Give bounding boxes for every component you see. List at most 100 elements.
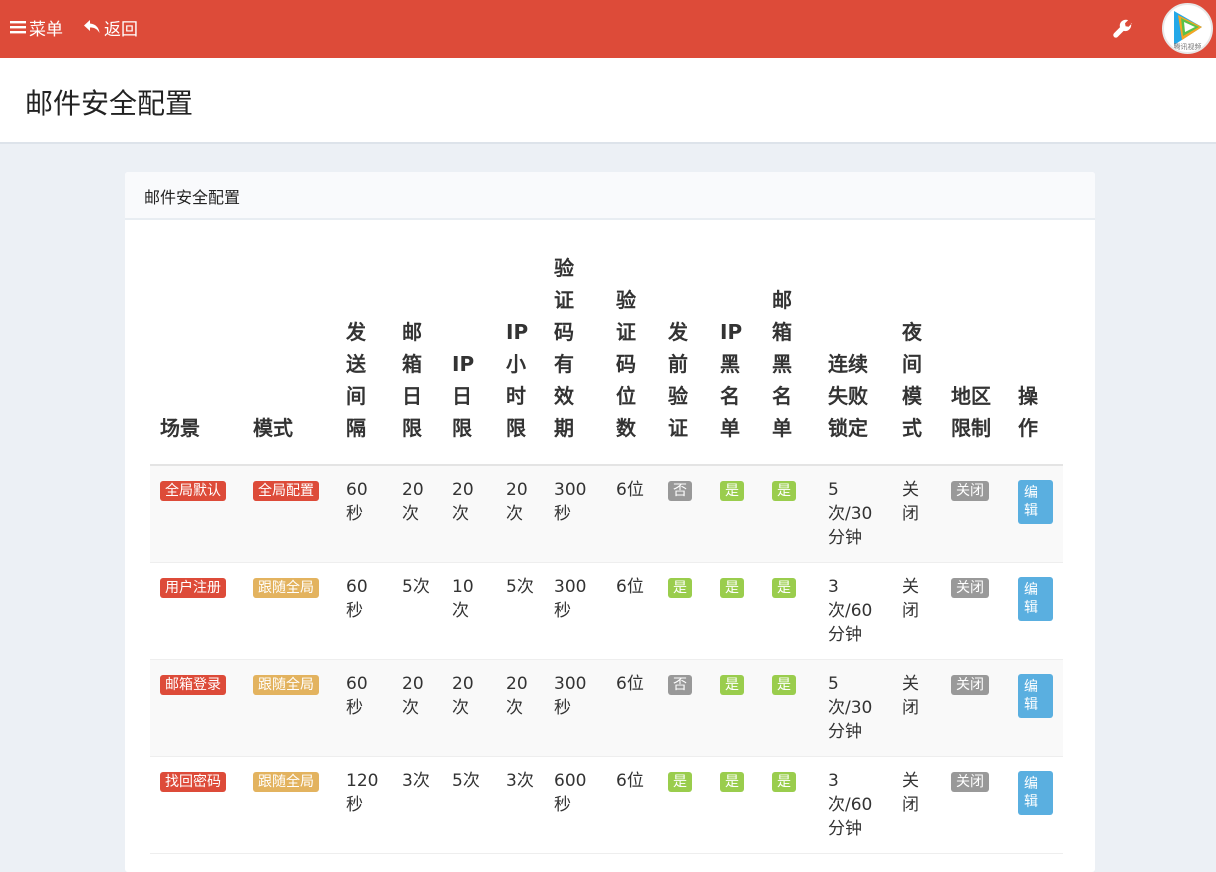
email-blacklist-cell: 是 — [762, 562, 818, 660]
region-limit-badge: 关闭 — [951, 481, 989, 501]
code-valid-cell: 600 秒 — [544, 756, 606, 854]
column-header-text: 时 — [506, 384, 526, 408]
column-header-text: 限 — [452, 416, 472, 440]
code-digits-cell: 6位 — [606, 465, 658, 563]
send-interval-cell: 60 秒 — [336, 465, 392, 563]
column-header: 场景 — [150, 252, 243, 466]
code-valid-cell: 300 秒 — [544, 562, 606, 660]
cell-text: 关 — [902, 577, 919, 597]
cell-text: 300 — [554, 577, 587, 597]
wrench-icon[interactable] — [1112, 18, 1134, 40]
cell-text: 关 — [902, 771, 919, 791]
pre-verify-badge: 是 — [668, 578, 692, 598]
action-cell: 编辑 — [1008, 756, 1063, 854]
back-label: 返回 — [104, 19, 138, 40]
cell-text: 秒 — [554, 698, 571, 718]
cell-text: 10 — [452, 577, 474, 597]
mode-cell: 全局配置 — [243, 465, 336, 563]
ip-blacklist-cell: 是 — [710, 756, 762, 854]
cell-text: 秒 — [346, 698, 363, 718]
cell-text: 秒 — [346, 795, 363, 815]
column-header-text: 名 — [720, 384, 740, 408]
region-limit-cell: 关闭 — [941, 756, 1008, 854]
pre-verify-cell: 否 — [658, 659, 710, 757]
back-arrow-icon — [84, 20, 100, 33]
back-button[interactable]: 返回 — [83, 15, 138, 40]
column-header: 发前验证 — [658, 252, 710, 466]
night-mode-cell: 关闭 — [892, 465, 941, 563]
column-header-text: 数 — [616, 416, 636, 440]
column-header-text: 期 — [554, 416, 574, 440]
ip-blacklist-badge: 是 — [720, 578, 744, 598]
cell-text: 600 — [554, 771, 587, 791]
edit-button[interactable]: 编辑 — [1018, 480, 1053, 524]
column-header-text: 有 — [554, 352, 574, 376]
code-digits-cell: 6位 — [606, 756, 658, 854]
cell-text: 闭 — [902, 795, 919, 815]
cell-text: 6位 — [616, 480, 644, 500]
mode-cell: 跟随全局 — [243, 756, 336, 854]
security-config-table: 场景 模式发送间隔邮箱日限 IP 日限 IP 小时限验证码有效期验证码位数发前验证 IP 黑名… — [150, 252, 1063, 854]
menu-label: 菜单 — [29, 19, 63, 40]
cell-text: 5次 — [452, 771, 480, 791]
scene-label: 邮箱登录 — [160, 675, 226, 695]
column-header-text: 黑 — [772, 352, 792, 376]
column-header-text: 限 — [402, 416, 422, 440]
pre-verify-cell: 否 — [658, 465, 710, 563]
edit-button[interactable]: 编辑 — [1018, 577, 1053, 621]
cell-text: 60 — [346, 674, 368, 694]
cell-text: 次/60 — [828, 601, 873, 621]
edit-button[interactable]: 编辑 — [1018, 771, 1053, 815]
region-limit-cell: 关闭 — [941, 562, 1008, 660]
column-header: IP 日限 — [442, 252, 496, 466]
mode-label: 跟随全局 — [253, 772, 319, 792]
pre-verify-badge: 是 — [668, 772, 692, 792]
action-cell: 编辑 — [1008, 562, 1063, 660]
cell-text: 3次 — [402, 771, 430, 791]
send-interval-cell: 120 秒 — [336, 756, 392, 854]
night-mode-cell: 关闭 — [892, 659, 941, 757]
column-header-text: 日 — [452, 384, 472, 408]
column-header-text: 验 — [668, 384, 688, 408]
cell-text: 5次 — [402, 577, 430, 597]
edit-button[interactable]: 编辑 — [1018, 674, 1053, 718]
email-blacklist-cell: 是 — [762, 659, 818, 757]
menu-button[interactable]: 菜单 — [10, 15, 63, 40]
cell-text: 闭 — [902, 601, 919, 621]
column-header-text: 效 — [554, 384, 574, 408]
region-limit-badge: 关闭 — [951, 772, 989, 792]
night-mode-cell: 关闭 — [892, 562, 941, 660]
column-header-text: 发 — [346, 320, 366, 344]
cell-text: 次 — [506, 504, 523, 524]
column-header-text: 验 — [554, 256, 574, 280]
column-header-text: 邮 — [772, 288, 792, 312]
scene-cell: 全局默认 — [150, 465, 243, 563]
column-header-text: 隔 — [346, 416, 366, 440]
send-interval-cell: 60 秒 — [336, 659, 392, 757]
cell-text: 秒 — [554, 601, 571, 621]
hamburger-menu-icon — [10, 21, 26, 34]
ip-daily-cell: 5次 — [442, 756, 496, 854]
cell-text: 分钟 — [828, 722, 862, 742]
lock-cell: 3 次/60 分钟 — [818, 562, 892, 660]
ip-hourly-cell: 3次 — [496, 756, 544, 854]
cell-text: 秒 — [554, 795, 571, 815]
ip-blacklist-badge: 是 — [720, 481, 744, 501]
column-header-text: IP — [720, 320, 743, 344]
column-header-text: 模式 — [253, 416, 293, 440]
column-header-text: 码 — [616, 352, 636, 376]
column-header-text: 场景 — [160, 416, 200, 440]
user-avatar[interactable]: 腾讯视频 — [1162, 3, 1213, 54]
ip-daily-cell: 10 次 — [442, 562, 496, 660]
cell-text: 分钟 — [828, 819, 862, 839]
column-header-text: 单 — [772, 416, 792, 440]
cell-text: 关 — [902, 674, 919, 694]
cell-text: 3 — [828, 771, 839, 791]
column-header-text: 作 — [1018, 416, 1038, 440]
column-header: 模式 — [243, 252, 336, 466]
cell-text: 60 — [346, 577, 368, 597]
column-header: 邮箱黑名单 — [762, 252, 818, 466]
email-daily-cell: 20 次 — [392, 659, 442, 757]
column-header-text: 限制 — [951, 416, 991, 440]
cell-text: 3次 — [506, 771, 534, 791]
